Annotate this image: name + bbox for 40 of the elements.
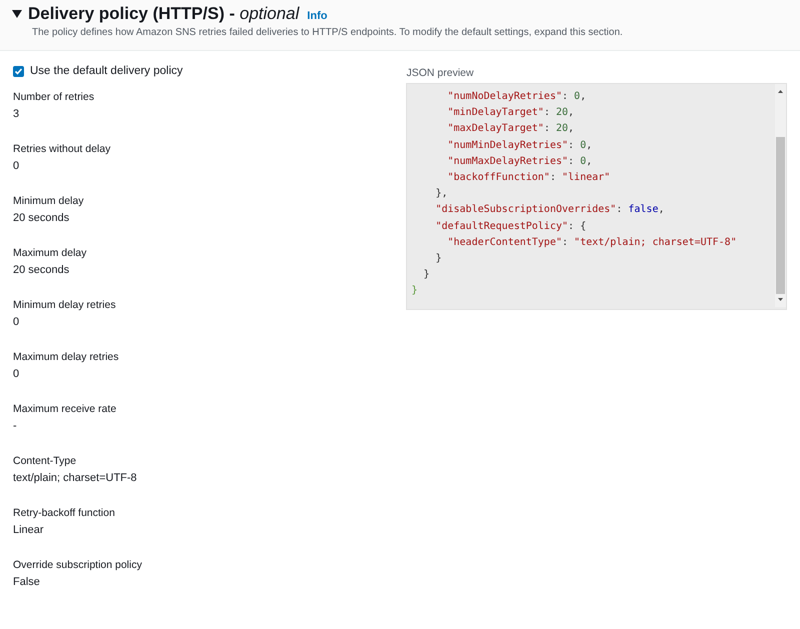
code-line: } bbox=[434, 252, 442, 266]
field-label: Maximum delay bbox=[13, 247, 88, 259]
field-label: Minimum delay bbox=[13, 195, 85, 207]
field-label: Retry-backoff function bbox=[13, 507, 116, 519]
field-label: Retries without delay bbox=[13, 143, 112, 155]
field-label: Maximum receive rate bbox=[13, 403, 118, 415]
code-line: "minDelayTarget": 20, bbox=[446, 106, 574, 120]
field-value: 0 bbox=[13, 316, 20, 328]
field-value: 0 bbox=[13, 368, 20, 380]
info-link[interactable]: Info bbox=[307, 10, 328, 22]
code-line: "numNoDelayRetries": 0, bbox=[446, 90, 586, 104]
checkbox-label[interactable]: Use the default delivery policy bbox=[30, 65, 183, 77]
field-label: Content-Type bbox=[13, 455, 78, 467]
section-title: Delivery policy (HTTP/S) - optional bbox=[28, 4, 300, 24]
checkbox[interactable] bbox=[13, 66, 24, 76]
code-line: "maxDelayTarget": 20, bbox=[446, 122, 574, 136]
field-value: Linear bbox=[13, 524, 45, 536]
field-value: 20 seconds bbox=[13, 212, 70, 224]
caret-icon[interactable] bbox=[12, 9, 22, 19]
field-label: Minimum delay retries bbox=[13, 299, 117, 311]
code-line: } bbox=[422, 268, 430, 282]
field-label: Maximum delay retries bbox=[13, 351, 120, 363]
field-label: Override subscription policy bbox=[13, 559, 143, 571]
code-line: "backoffFunction": "linear" bbox=[446, 171, 610, 186]
field-value: False bbox=[13, 576, 41, 588]
section-description: The policy defines how Amazon SNS retries failed deliveries to HTTP/S endpoints. To modify the default settings, expand this section. bbox=[32, 27, 624, 38]
code-line: "numMinDelayRetries": 0, bbox=[446, 138, 592, 153]
code-line: } bbox=[410, 284, 418, 298]
field-value: - bbox=[13, 420, 18, 432]
code-line: "defaultRequestPolicy": { bbox=[434, 220, 586, 234]
code-line: "headerContentType": "text/plain; charset=UTF-8" bbox=[446, 236, 737, 250]
field-value: 0 bbox=[13, 160, 20, 172]
code-line: "disableSubscriptionOverrides": false, bbox=[434, 203, 664, 218]
code-line: }, bbox=[434, 187, 448, 202]
field-value: text/plain; charset=UTF-8 bbox=[13, 472, 138, 484]
field-value: 3 bbox=[13, 108, 20, 120]
json-preview-label: JSON preview bbox=[406, 67, 475, 79]
field-value: 20 seconds bbox=[13, 264, 70, 276]
code-line: "numMaxDelayRetries": 0, bbox=[446, 154, 592, 169]
field-label: Number of retries bbox=[13, 91, 96, 103]
